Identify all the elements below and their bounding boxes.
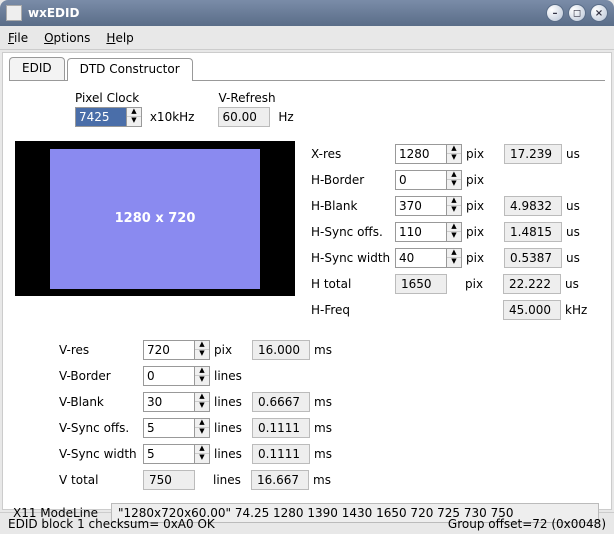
hfreq-value: 45.000: [503, 300, 561, 320]
menu-options[interactable]: Options: [44, 31, 90, 45]
vblank-time: 0.6667: [252, 392, 310, 412]
htotal-time: 22.222: [503, 274, 561, 294]
vborder-input[interactable]: [143, 366, 195, 386]
vrefresh-value: [218, 107, 270, 127]
vtotal-time: 16.667: [251, 470, 309, 490]
content-area: EDID DTD Constructor Pixel Clock ▲▼ x10k…: [2, 52, 612, 510]
close-button[interactable]: ×: [590, 4, 608, 22]
hfreq-label: H-Freq: [311, 303, 395, 317]
hsyncoffs-input[interactable]: [395, 222, 447, 242]
preview-resolution: 1280 x 720: [50, 149, 260, 289]
hsyncoffs-label: H-Sync offs.: [311, 225, 395, 239]
vtotal-label: V total: [59, 473, 143, 487]
htotal-value: 1650: [395, 274, 447, 294]
vborder-label: V-Border: [59, 369, 143, 383]
hblank-label: H-Blank: [311, 199, 395, 213]
app-icon: [6, 5, 22, 21]
hborder-input[interactable]: [395, 170, 447, 190]
vblank-label: V-Blank: [59, 395, 143, 409]
htotal-label: H total: [311, 277, 395, 291]
vsyncw-label: V-Sync width: [59, 447, 143, 461]
menu-bar: File Options Help: [0, 26, 614, 50]
tab-bar: EDID DTD Constructor: [9, 57, 605, 81]
vsyncw-input[interactable]: [143, 444, 195, 464]
pixel-clock-input[interactable]: [75, 107, 127, 127]
hblank-input[interactable]: [395, 196, 447, 216]
hsyncw-input[interactable]: [395, 248, 447, 268]
hblank-time: 4.9832: [504, 196, 562, 216]
hsyncw-label: H-Sync width: [311, 251, 395, 265]
tab-edid[interactable]: EDID: [9, 57, 65, 80]
pixel-clock-label: Pixel Clock: [75, 91, 194, 105]
title-bar: wxEDID – ◻ ×: [0, 0, 614, 26]
menu-help[interactable]: Help: [106, 31, 133, 45]
hsyncw-time: 0.5387: [504, 248, 562, 268]
vres-input[interactable]: [143, 340, 195, 360]
vrefresh-unit: Hz: [278, 110, 293, 124]
tab-dtd-constructor[interactable]: DTD Constructor: [67, 58, 193, 81]
timing-preview: 1280 x 720: [15, 141, 295, 323]
menu-file[interactable]: File: [8, 31, 28, 45]
vsyncoffs-time: 0.1111: [252, 418, 310, 438]
vres-label: V-res: [59, 343, 143, 357]
window-title: wxEDID: [28, 6, 542, 20]
vtotal-value: 750: [143, 470, 195, 490]
vres-time: 16.000: [252, 340, 310, 360]
hsyncoffs-time: 1.4815: [504, 222, 562, 242]
minimize-button[interactable]: –: [546, 4, 564, 22]
xres-label: X-res: [311, 147, 395, 161]
vsyncoffs-input[interactable]: [143, 418, 195, 438]
vsyncoffs-label: V-Sync offs.: [59, 421, 143, 435]
status-offset: Group offset=72 (0x0048): [448, 517, 606, 531]
status-checksum: EDID block 1 checksum= 0xA0 OK: [8, 517, 448, 531]
vsyncw-time: 0.1111: [252, 444, 310, 464]
dtd-panel: Pixel Clock ▲▼ x10kHz V-Refresh Hz 1280 …: [9, 81, 605, 533]
hborder-label: H-Border: [311, 173, 395, 187]
pixel-clock-unit: x10kHz: [150, 110, 195, 124]
vrefresh-label: V-Refresh: [218, 91, 293, 105]
maximize-button[interactable]: ◻: [568, 4, 586, 22]
vblank-input[interactable]: [143, 392, 195, 412]
xres-time: 17.239: [504, 144, 562, 164]
xres-input[interactable]: [395, 144, 447, 164]
pixel-clock-stepper[interactable]: ▲▼: [127, 107, 142, 127]
